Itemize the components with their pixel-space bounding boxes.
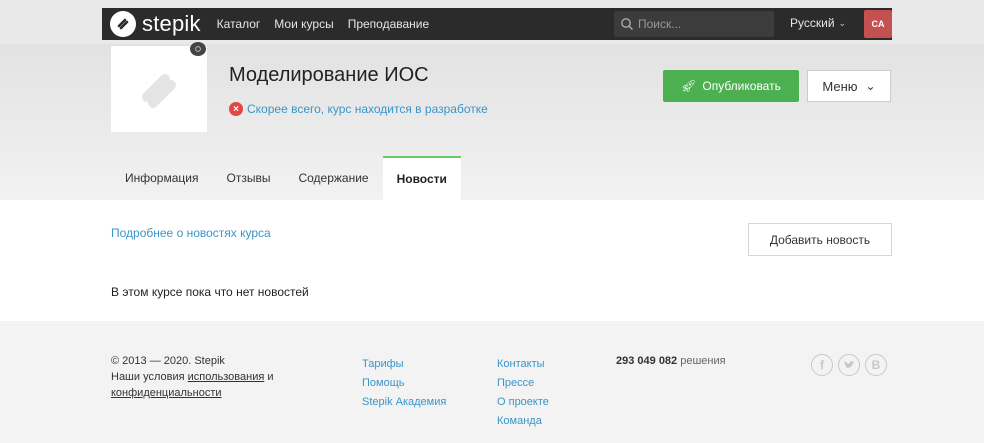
news-more-link[interactable]: Подробнее о новостях курса xyxy=(111,226,271,240)
menu-label: Меню xyxy=(822,78,858,94)
footer-link-pricing[interactable]: Тарифы xyxy=(362,355,446,374)
terms-link[interactable]: использования xyxy=(188,371,265,383)
top-navigation-bar: stepik Каталог Мои курсы Преподавание Ру… xyxy=(102,8,892,40)
edit-cover-icon[interactable] xyxy=(190,42,206,56)
footer-links-col1: Тарифы Помощь Stepik Академия xyxy=(362,355,446,412)
chevron-down-icon: ⌄ xyxy=(865,79,876,93)
nav-link-my-courses[interactable]: Мои курсы xyxy=(274,17,333,31)
publish-button[interactable]: 🚀︎ Опубликовать xyxy=(663,70,799,102)
course-tabs: Информация Отзывы Содержание Новости xyxy=(111,156,461,200)
copyright: © 2013 — 2020. Stepik xyxy=(111,355,225,367)
menu-button[interactable]: Меню ⌄ xyxy=(807,70,891,102)
footer-links-col2: Контакты Прессе О проекте Команда xyxy=(497,355,549,431)
footer-link-academy[interactable]: Stepik Академия xyxy=(362,393,446,412)
course-status-link[interactable]: Скорее всего, курс находится в разработк… xyxy=(247,102,488,116)
footer: © 2013 — 2020. Stepik Наши условия испол… xyxy=(0,321,984,443)
tab-info[interactable]: Информация xyxy=(111,156,212,200)
search-box[interactable] xyxy=(614,11,774,37)
twitter-icon[interactable] xyxy=(838,354,860,376)
course-header: Моделирование ИОС × Скорее всего, курс н… xyxy=(0,42,984,200)
footer-link-contacts[interactable]: Контакты xyxy=(497,355,549,374)
solutions-number: 293 049 082 xyxy=(616,355,678,367)
empty-news-message: В этом курсе пока что нет новостей xyxy=(111,285,309,299)
publish-label: Опубликовать xyxy=(702,79,781,93)
stepik-logo-icon xyxy=(110,11,136,37)
vk-icon[interactable]: B xyxy=(865,354,887,376)
footer-link-team[interactable]: Команда xyxy=(497,412,549,431)
course-title: Моделирование ИОС xyxy=(229,64,429,86)
user-avatar[interactable]: CA xyxy=(864,10,892,38)
nav-link-teaching[interactable]: Преподавание xyxy=(348,17,429,31)
search-icon xyxy=(621,18,633,30)
social-links: f B xyxy=(811,354,892,376)
tab-reviews[interactable]: Отзывы xyxy=(212,156,284,200)
terms-prefix: Наши условия xyxy=(111,371,185,383)
facebook-icon[interactable]: f xyxy=(811,354,833,376)
solutions-counter: 293 049 082 решения xyxy=(616,355,726,367)
error-icon: × xyxy=(229,102,243,116)
privacy-link[interactable]: конфиденциальности xyxy=(111,387,222,399)
tab-content[interactable]: Содержание xyxy=(284,156,382,200)
tab-news[interactable]: Новости xyxy=(382,156,461,200)
top-navigation: stepik Каталог Мои курсы Преподавание Ру… xyxy=(0,0,984,44)
footer-link-help[interactable]: Помощь xyxy=(362,374,446,393)
footer-legal: © 2013 — 2020. Stepik Наши условия испол… xyxy=(111,353,274,401)
solutions-label: решения xyxy=(680,355,726,367)
brand-name: stepik xyxy=(142,11,201,36)
add-news-button[interactable]: Добавить новость xyxy=(748,223,892,256)
course-cover-placeholder-icon xyxy=(142,74,176,108)
terms-and: и xyxy=(267,371,274,383)
footer-link-press[interactable]: Прессе xyxy=(497,374,549,393)
stepik-logo[interactable]: stepik xyxy=(110,11,201,37)
chevron-down-icon: ⌄ xyxy=(838,17,847,28)
rocket-icon: 🚀︎ xyxy=(681,79,697,93)
search-input[interactable] xyxy=(638,17,768,31)
nav-link-catalog[interactable]: Каталог xyxy=(217,17,261,31)
language-label: Русский xyxy=(790,16,835,30)
course-cover[interactable] xyxy=(111,46,207,132)
footer-link-about[interactable]: О проекте xyxy=(497,393,549,412)
course-status: × Скорее всего, курс находится в разрабо… xyxy=(229,102,488,116)
language-selector[interactable]: Русский ⌄ xyxy=(790,16,846,30)
